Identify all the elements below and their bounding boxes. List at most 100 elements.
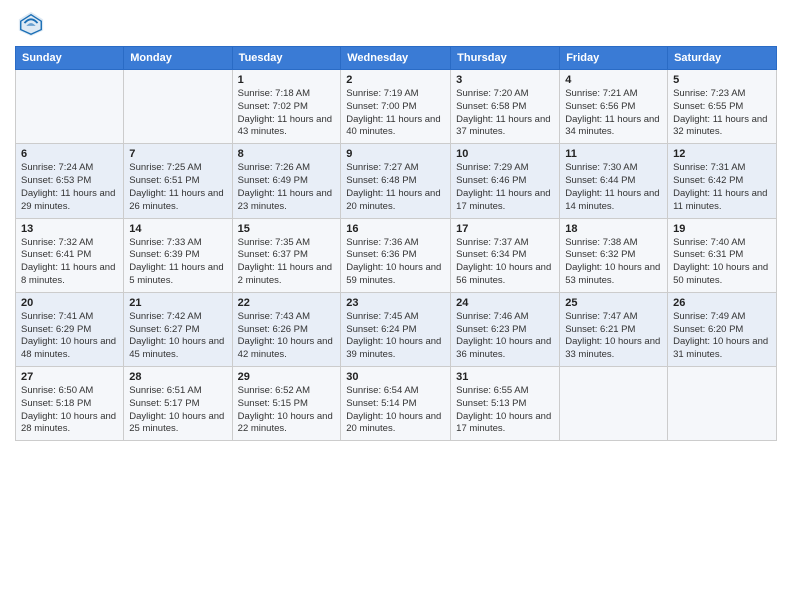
- day-number: 15: [238, 223, 336, 235]
- calendar-cell: 11 Sunrise: 7:30 AM Sunset: 6:44 PM Dayli…: [560, 144, 668, 218]
- calendar-header: SundayMondayTuesdayWednesdayThursdayFrid…: [16, 47, 777, 70]
- day-info: Sunrise: 7:37 AM Sunset: 6:34 PM Dayligh…: [456, 237, 554, 288]
- day-number: 22: [238, 297, 336, 309]
- calendar-cell: 1 Sunrise: 7:18 AM Sunset: 7:02 PM Daylig…: [232, 70, 341, 144]
- weekday-header-tuesday: Tuesday: [232, 47, 341, 70]
- weekday-header-wednesday: Wednesday: [341, 47, 451, 70]
- day-info: Sunrise: 6:50 AM Sunset: 5:18 PM Dayligh…: [21, 385, 118, 436]
- day-info: Sunrise: 7:33 AM Sunset: 6:39 PM Dayligh…: [129, 237, 226, 288]
- calendar-cell: 28 Sunrise: 6:51 AM Sunset: 5:17 PM Dayli…: [124, 367, 232, 441]
- day-info: Sunrise: 7:24 AM Sunset: 6:53 PM Dayligh…: [21, 162, 118, 213]
- day-info: Sunrise: 7:30 AM Sunset: 6:44 PM Dayligh…: [565, 162, 662, 213]
- weekday-header-monday: Monday: [124, 47, 232, 70]
- day-number: 1: [238, 74, 336, 86]
- day-info: Sunrise: 7:32 AM Sunset: 6:41 PM Dayligh…: [21, 237, 118, 288]
- day-info: Sunrise: 7:20 AM Sunset: 6:58 PM Dayligh…: [456, 88, 554, 139]
- day-number: 10: [456, 148, 554, 160]
- calendar-cell: 14 Sunrise: 7:33 AM Sunset: 6:39 PM Dayli…: [124, 218, 232, 292]
- day-info: Sunrise: 7:35 AM Sunset: 6:37 PM Dayligh…: [238, 237, 336, 288]
- calendar-body: 1 Sunrise: 7:18 AM Sunset: 7:02 PM Daylig…: [16, 70, 777, 441]
- calendar-cell: 16Sunrise: 7:36 AM Sunset: 6:36 PM Dayli…: [341, 218, 451, 292]
- calendar-table: SundayMondayTuesdayWednesdayThursdayFrid…: [15, 46, 777, 441]
- calendar-cell: 30 Sunrise: 6:54 AM Sunset: 5:14 PM Dayli…: [341, 367, 451, 441]
- calendar-week-5: 27 Sunrise: 6:50 AM Sunset: 5:18 PM Dayli…: [16, 367, 777, 441]
- day-number: 18: [565, 223, 662, 235]
- day-info: Sunrise: 7:29 AM Sunset: 6:46 PM Dayligh…: [456, 162, 554, 213]
- day-info: Sunrise: 7:23 AM Sunset: 6:55 PM Dayligh…: [673, 88, 771, 139]
- calendar-week-1: 1 Sunrise: 7:18 AM Sunset: 7:02 PM Daylig…: [16, 70, 777, 144]
- weekday-header-row: SundayMondayTuesdayWednesdayThursdayFrid…: [16, 47, 777, 70]
- day-number: 9: [346, 148, 445, 160]
- calendar-cell: 26 Sunrise: 7:49 AM Sunset: 6:20 PM Dayli…: [668, 292, 777, 366]
- calendar-cell: 15 Sunrise: 7:35 AM Sunset: 6:37 PM Dayli…: [232, 218, 341, 292]
- calendar-cell: 12 Sunrise: 7:31 AM Sunset: 6:42 PM Dayli…: [668, 144, 777, 218]
- calendar-cell: 25 Sunrise: 7:47 AM Sunset: 6:21 PM Dayli…: [560, 292, 668, 366]
- day-number: 4: [565, 74, 662, 86]
- day-number: 12: [673, 148, 771, 160]
- calendar-cell: 3 Sunrise: 7:20 AM Sunset: 6:58 PM Daylig…: [451, 70, 560, 144]
- day-number: 30: [346, 371, 445, 383]
- day-number: 27: [21, 371, 118, 383]
- day-number: 24: [456, 297, 554, 309]
- day-number: 25: [565, 297, 662, 309]
- day-info: Sunrise: 7:18 AM Sunset: 7:02 PM Dayligh…: [238, 88, 336, 139]
- day-info: Sunrise: 6:52 AM Sunset: 5:15 PM Dayligh…: [238, 385, 336, 436]
- calendar-cell: 20 Sunrise: 7:41 AM Sunset: 6:29 PM Dayli…: [16, 292, 124, 366]
- day-info: Sunrise: 7:21 AM Sunset: 6:56 PM Dayligh…: [565, 88, 662, 139]
- day-info: Sunrise: 7:40 AM Sunset: 6:31 PM Dayligh…: [673, 237, 771, 288]
- calendar-cell: [16, 70, 124, 144]
- day-number: 29: [238, 371, 336, 383]
- day-number: 13: [21, 223, 118, 235]
- day-info: Sunrise: 6:51 AM Sunset: 5:17 PM Dayligh…: [129, 385, 226, 436]
- calendar-cell: 21 Sunrise: 7:42 AM Sunset: 6:27 PM Dayli…: [124, 292, 232, 366]
- day-info: Sunrise: 7:38 AM Sunset: 6:32 PM Dayligh…: [565, 237, 662, 288]
- calendar-cell: 22 Sunrise: 7:43 AM Sunset: 6:26 PM Dayli…: [232, 292, 341, 366]
- day-number: 11: [565, 148, 662, 160]
- calendar-week-3: 13 Sunrise: 7:32 AM Sunset: 6:41 PM Dayli…: [16, 218, 777, 292]
- day-number: 6: [21, 148, 118, 160]
- day-number: 19: [673, 223, 771, 235]
- day-info: Sunrise: 7:26 AM Sunset: 6:49 PM Dayligh…: [238, 162, 336, 213]
- weekday-header-saturday: Saturday: [668, 47, 777, 70]
- calendar-cell: 18 Sunrise: 7:38 AM Sunset: 6:32 PM Dayli…: [560, 218, 668, 292]
- calendar-cell: [668, 367, 777, 441]
- day-info: Sunrise: 7:41 AM Sunset: 6:29 PM Dayligh…: [21, 311, 118, 362]
- calendar-cell: 31Sunrise: 6:55 AM Sunset: 5:13 PM Dayli…: [451, 367, 560, 441]
- page: SundayMondayTuesdayWednesdayThursdayFrid…: [0, 0, 792, 612]
- logo-icon: [17, 10, 45, 38]
- day-number: 26: [673, 297, 771, 309]
- day-info: Sunrise: 6:54 AM Sunset: 5:14 PM Dayligh…: [346, 385, 445, 436]
- day-info: Sunrise: 7:43 AM Sunset: 6:26 PM Dayligh…: [238, 311, 336, 362]
- day-info: Sunrise: 7:25 AM Sunset: 6:51 PM Dayligh…: [129, 162, 226, 213]
- calendar-week-4: 20 Sunrise: 7:41 AM Sunset: 6:29 PM Dayli…: [16, 292, 777, 366]
- day-number: 14: [129, 223, 226, 235]
- day-number: 21: [129, 297, 226, 309]
- day-info: Sunrise: 7:31 AM Sunset: 6:42 PM Dayligh…: [673, 162, 771, 213]
- logo: [15, 10, 45, 38]
- calendar-cell: [124, 70, 232, 144]
- day-info: Sunrise: 7:36 AM Sunset: 6:36 PM Dayligh…: [346, 237, 445, 288]
- calendar-cell: [560, 367, 668, 441]
- day-info: Sunrise: 7:42 AM Sunset: 6:27 PM Dayligh…: [129, 311, 226, 362]
- calendar-cell: 4 Sunrise: 7:21 AM Sunset: 6:56 PM Daylig…: [560, 70, 668, 144]
- day-number: 3: [456, 74, 554, 86]
- day-info: Sunrise: 7:19 AM Sunset: 7:00 PM Dayligh…: [346, 88, 445, 139]
- day-info: Sunrise: 7:49 AM Sunset: 6:20 PM Dayligh…: [673, 311, 771, 362]
- header: [15, 10, 777, 38]
- calendar-week-2: 6 Sunrise: 7:24 AM Sunset: 6:53 PM Daylig…: [16, 144, 777, 218]
- day-info: Sunrise: 7:47 AM Sunset: 6:21 PM Dayligh…: [565, 311, 662, 362]
- day-number: 20: [21, 297, 118, 309]
- calendar-cell: 10 Sunrise: 7:29 AM Sunset: 6:46 PM Dayli…: [451, 144, 560, 218]
- day-number: 23: [346, 297, 445, 309]
- calendar-cell: 8Sunrise: 7:26 AM Sunset: 6:49 PM Daylig…: [232, 144, 341, 218]
- day-info: Sunrise: 7:46 AM Sunset: 6:23 PM Dayligh…: [456, 311, 554, 362]
- day-number: 7: [129, 148, 226, 160]
- calendar-cell: 13 Sunrise: 7:32 AM Sunset: 6:41 PM Dayli…: [16, 218, 124, 292]
- calendar-cell: 19 Sunrise: 7:40 AM Sunset: 6:31 PM Dayli…: [668, 218, 777, 292]
- calendar-cell: 29 Sunrise: 6:52 AM Sunset: 5:15 PM Dayli…: [232, 367, 341, 441]
- calendar-cell: 5 Sunrise: 7:23 AM Sunset: 6:55 PM Daylig…: [668, 70, 777, 144]
- day-number: 28: [129, 371, 226, 383]
- day-number: 5: [673, 74, 771, 86]
- weekday-header-friday: Friday: [560, 47, 668, 70]
- calendar-cell: 23Sunrise: 7:45 AM Sunset: 6:24 PM Dayli…: [341, 292, 451, 366]
